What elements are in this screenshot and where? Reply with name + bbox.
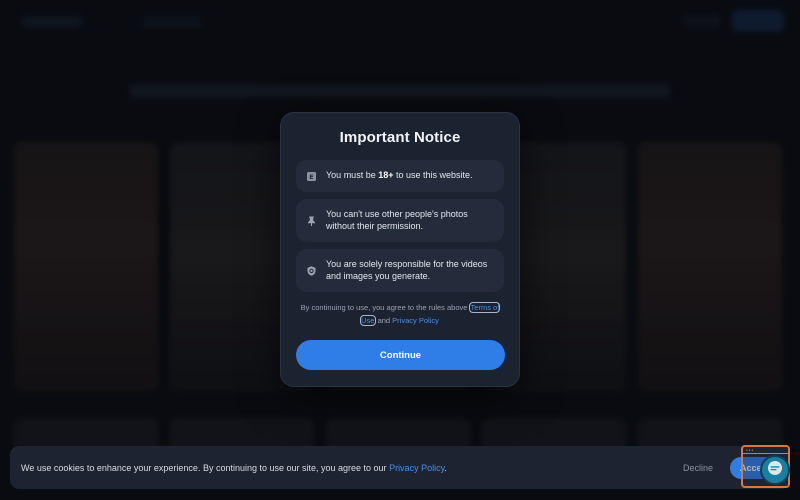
agreement-text: By continuing to use, you agree to the r… xyxy=(296,302,504,327)
cookie-text: We use cookies to enhance your experienc… xyxy=(21,463,447,473)
cookie-message: We use cookies to enhance your experienc… xyxy=(21,462,390,473)
notice-age-requirement: E You must be 18+ to use this website. xyxy=(296,160,504,192)
agreement-middle: and xyxy=(375,315,393,325)
cookie-suffix: . xyxy=(444,462,447,473)
notice-text-start: You must be xyxy=(326,170,379,181)
pin-icon xyxy=(307,216,316,226)
decline-button[interactable]: Decline xyxy=(680,458,716,478)
adult-rating-icon: E xyxy=(307,171,316,181)
notice-text: You are solely responsible for the video… xyxy=(326,259,488,281)
notice-text: You can't use other people's photos with… xyxy=(326,209,468,231)
window-titlebar: ••• xyxy=(743,447,788,454)
modal-title: Important Notice xyxy=(339,129,461,146)
notice-text: You must be 18+ to use this website. xyxy=(326,170,473,182)
notice-photo-permission: You can't use other people's photos with… xyxy=(296,199,504,242)
svg-text:E: E xyxy=(309,173,313,181)
privacy-policy-link[interactable]: Privacy Policy xyxy=(392,316,439,325)
agreement-prefix: By continuing to use, you agree to the r… xyxy=(300,303,470,312)
cookie-banner: We use cookies to enhance your experienc… xyxy=(10,446,790,489)
shield-icon xyxy=(307,265,316,276)
chat-launcher-button[interactable] xyxy=(760,455,790,485)
cookie-privacy-policy-link[interactable]: Privacy Policy xyxy=(389,463,444,473)
notice-text-end: to use this website. xyxy=(393,170,473,181)
notice-responsibility: You are solely responsible for the video… xyxy=(296,249,504,292)
window-dots-icon: ••• xyxy=(746,448,755,454)
important-notice-modal: Important Notice E You must be 18+ to us… xyxy=(280,112,520,387)
age-limit: 18+ xyxy=(378,170,394,181)
chat-icon xyxy=(766,459,784,482)
continue-button[interactable]: Continue xyxy=(296,340,505,370)
